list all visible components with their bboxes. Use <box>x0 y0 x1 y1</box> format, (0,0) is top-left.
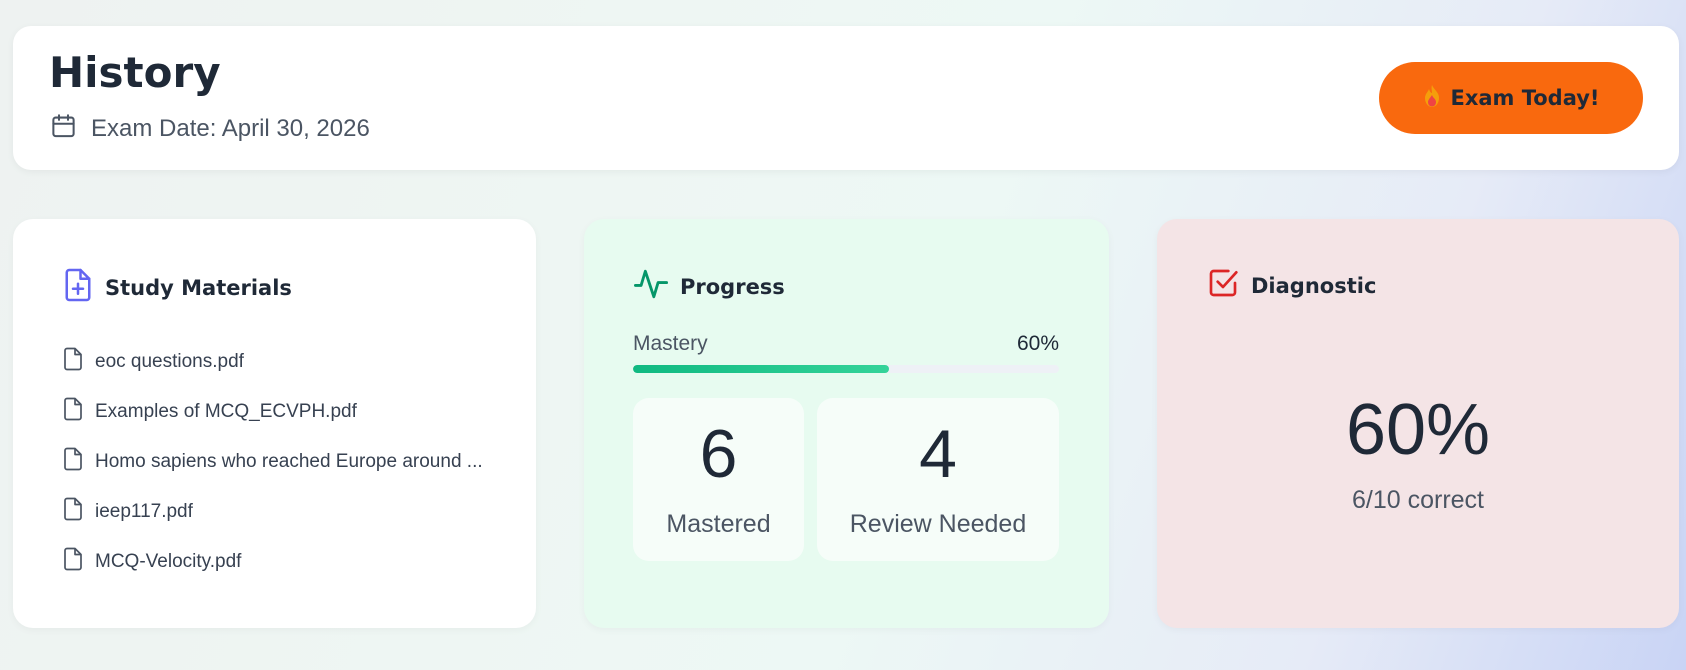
file-item[interactable]: Homo sapiens who reached Europe around .… <box>63 437 483 487</box>
file-item[interactable]: Examples of MCQ_ECVPH.pdf <box>63 387 483 437</box>
mastery-progress-bar <box>633 365 1059 373</box>
progress-header: Progress <box>634 267 785 306</box>
mastery-value: 60% <box>1016 332 1059 355</box>
file-icon <box>63 347 83 377</box>
activity-icon <box>634 267 668 306</box>
diagnostic-header: Diagnostic <box>1207 267 1376 304</box>
mastery-progress-fill <box>633 365 889 373</box>
exam-today-button[interactable]: Exam Today! <box>1379 62 1643 134</box>
file-name: ieep117.pdf <box>95 501 193 522</box>
diagnostic-card: Diagnostic 60% 6/10 correct <box>1157 219 1679 628</box>
exam-today-label: Exam Today! <box>1450 86 1600 110</box>
file-name: MCQ-Velocity.pdf <box>95 551 242 572</box>
file-name: eoc questions.pdf <box>95 351 244 372</box>
file-icon <box>63 497 83 527</box>
review-needed-stat: 4 Review Needed <box>817 398 1059 561</box>
file-item[interactable]: eoc questions.pdf <box>63 337 483 387</box>
review-label: Review Needed <box>849 510 1027 538</box>
exam-date: Exam Date: April 30, 2026 <box>91 114 370 142</box>
file-list: eoc questions.pdf Examples of MCQ_ECVPH.… <box>63 337 483 587</box>
mastered-stat: 6 Mastered <box>633 398 804 561</box>
diagnostic-title: Diagnostic <box>1251 273 1377 298</box>
file-icon <box>63 447 83 477</box>
file-name: Examples of MCQ_ECVPH.pdf <box>95 401 357 422</box>
diagnostic-result: 60% 6/10 correct <box>1157 394 1679 515</box>
diagnostic-summary: 6/10 correct <box>1351 486 1484 514</box>
mastery-row: Mastery 60% <box>633 332 1059 356</box>
diagnostic-percent: 60% <box>1345 390 1491 470</box>
file-icon <box>63 397 83 427</box>
file-icon <box>63 547 83 577</box>
header-card: History Exam Date: April 30, 2026 Exam T… <box>13 26 1679 170</box>
mastered-count: 6 <box>699 416 738 492</box>
review-count: 4 <box>919 416 957 492</box>
file-name: Homo sapiens who reached Europe around .… <box>95 451 483 472</box>
exam-date-row: Exam Date: April 30, 2026 <box>50 112 370 145</box>
study-materials-title: Study Materials <box>105 275 292 300</box>
file-item[interactable]: MCQ-Velocity.pdf <box>63 537 483 587</box>
file-plus-icon <box>63 267 93 308</box>
mastered-label: Mastered <box>666 510 771 538</box>
mastery-label: Mastery <box>633 332 708 355</box>
page-title: History <box>49 48 221 97</box>
file-item[interactable]: ieep117.pdf <box>63 487 483 537</box>
study-materials-header: Study Materials <box>63 267 292 308</box>
checkbox-icon <box>1207 267 1239 304</box>
fire-icon <box>1422 84 1442 113</box>
calendar-icon <box>50 112 77 145</box>
study-materials-card: Study Materials eoc questions.pdf Exampl… <box>13 219 536 628</box>
progress-title: Progress <box>680 274 785 299</box>
progress-card: Progress Mastery 60% 6 Mastered 4 Review… <box>584 219 1109 628</box>
